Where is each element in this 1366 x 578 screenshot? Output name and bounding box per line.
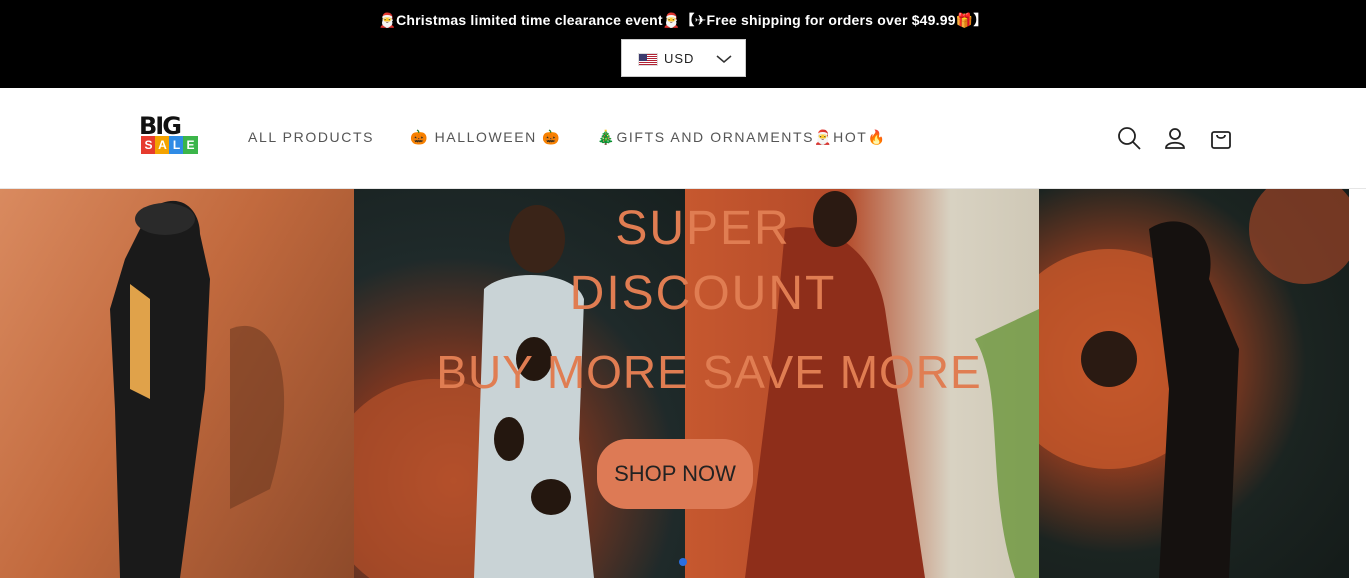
logo[interactable]: BIG S A L E (139, 114, 203, 164)
logo-letter: E (183, 136, 198, 154)
site-header: BIG S A L E ALL PRODUCTS 🎃 HALLOWEEN 🎃 🎄… (0, 88, 1366, 189)
announcement-text: 🎅Christmas limited time clearance event🎅… (378, 12, 988, 28)
logo-sale-text: S A L E (141, 136, 198, 154)
shop-now-button[interactable]: SHOP NOW (597, 439, 753, 509)
announcement-bar: 🎅Christmas limited time clearance event🎅… (0, 0, 1366, 88)
logo-big-text: BIG (139, 112, 182, 140)
slide-indicator[interactable] (679, 558, 687, 566)
account-icon[interactable] (1162, 125, 1188, 151)
header-icons (1116, 125, 1254, 151)
logo-letter: L (169, 136, 184, 154)
hero-title-line1: SUPER (615, 202, 791, 255)
nav-item-all-products[interactable]: ALL PRODUCTS (248, 129, 374, 146)
currency-label: USD (664, 51, 695, 66)
hero-title-line2: DISCOUNT (569, 267, 837, 320)
logo-letter: S (141, 136, 156, 154)
hero-subtitle: BUY MORE SAVE MORE (436, 346, 982, 398)
logo-letter: A (155, 136, 170, 154)
currency-selector[interactable]: USD (621, 39, 746, 77)
main-nav: ALL PRODUCTS 🎃 HALLOWEEN 🎃 🎄GIFTS AND OR… (248, 129, 923, 146)
hero-banner: SUPER DISCOUNT BUY MORE SAVE MORE SHOP N… (0, 189, 1366, 578)
search-icon[interactable] (1116, 125, 1142, 151)
cart-icon[interactable] (1208, 125, 1234, 151)
us-flag-icon (638, 53, 658, 66)
nav-item-halloween[interactable]: 🎃 HALLOWEEN 🎃 (410, 129, 561, 146)
chevron-down-icon (716, 52, 732, 70)
nav-item-gifts-ornaments[interactable]: 🎄GIFTS AND ORNAMENTS🎅HOT🔥 (597, 129, 886, 146)
